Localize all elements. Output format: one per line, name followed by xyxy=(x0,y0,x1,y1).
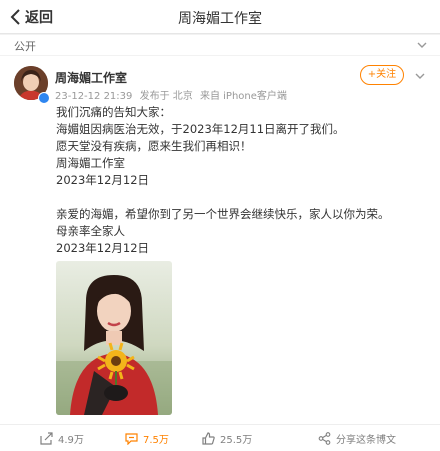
page-title: 周海媚工作室 xyxy=(178,11,262,27)
chevron-down-icon xyxy=(417,42,427,48)
visibility-label: 公开 xyxy=(14,40,36,53)
post-line: 母亲率全家人 xyxy=(56,224,125,238)
post-line: 2023年12月12日 xyxy=(56,241,150,255)
share-post-label: 分享这条博文 xyxy=(336,434,396,446)
repost-count: 4.9万 xyxy=(58,434,84,446)
action-bar: 4.9万 7.5万 25.5万 分享这条博文 xyxy=(0,424,440,451)
comment-count: 7.5万 xyxy=(143,434,169,446)
post-time: 23-12-12 21:39 xyxy=(55,91,133,102)
post-line: 愿天堂没有疾病，愿来生我们再相识！ xyxy=(56,139,252,153)
thumbs-up-icon xyxy=(202,431,215,445)
post-line: 海媚姐因病医治无效，于2023年12月11日离开了我们。 xyxy=(56,122,345,136)
verified-badge-icon xyxy=(38,92,50,104)
like-count: 25.5万 xyxy=(220,434,253,446)
share-icon xyxy=(40,431,53,445)
follow-button[interactable]: +关注 xyxy=(360,65,404,85)
comment-button[interactable]: 7.5万 xyxy=(125,430,169,446)
post-author[interactable]: 周海媚工作室 xyxy=(55,69,127,86)
post-body: 我们沉痛的告知大家： 海媚姐因病医治无效，于2023年12月11日离开了我们。 … xyxy=(56,104,426,257)
repost-button[interactable]: 4.9万 xyxy=(40,430,84,446)
share-post-button[interactable]: 分享这条博文 xyxy=(318,430,396,446)
visibility-bar[interactable]: 公开 xyxy=(0,35,440,55)
like-button[interactable]: 25.5万 xyxy=(202,430,252,446)
post-image[interactable] xyxy=(56,261,172,415)
post-source: 来自 iPhone客户端 xyxy=(199,91,287,102)
comment-icon xyxy=(125,432,138,445)
post-location: 发布于 北京 xyxy=(139,91,193,102)
post-line: 亲爱的海媚，希望你到了另一个世界会继续快乐，家人以你为荣。 xyxy=(56,207,390,221)
post-line: 我们沉痛的告知大家： xyxy=(56,105,171,119)
post-meta: 23-12-12 21:39 发布于 北京 来自 iPhone客户端 xyxy=(55,87,291,102)
post-line: 2023年12月12日 xyxy=(56,173,150,187)
share-nodes-icon xyxy=(318,431,331,445)
post-line: 周海媚工作室 xyxy=(56,156,125,170)
top-nav-bar: 返回 周海媚工作室 xyxy=(0,0,440,34)
chevron-down-icon[interactable] xyxy=(414,70,426,82)
post-card: 周海媚工作室 23-12-12 21:39 发布于 北京 来自 iPhone客户… xyxy=(0,56,440,451)
